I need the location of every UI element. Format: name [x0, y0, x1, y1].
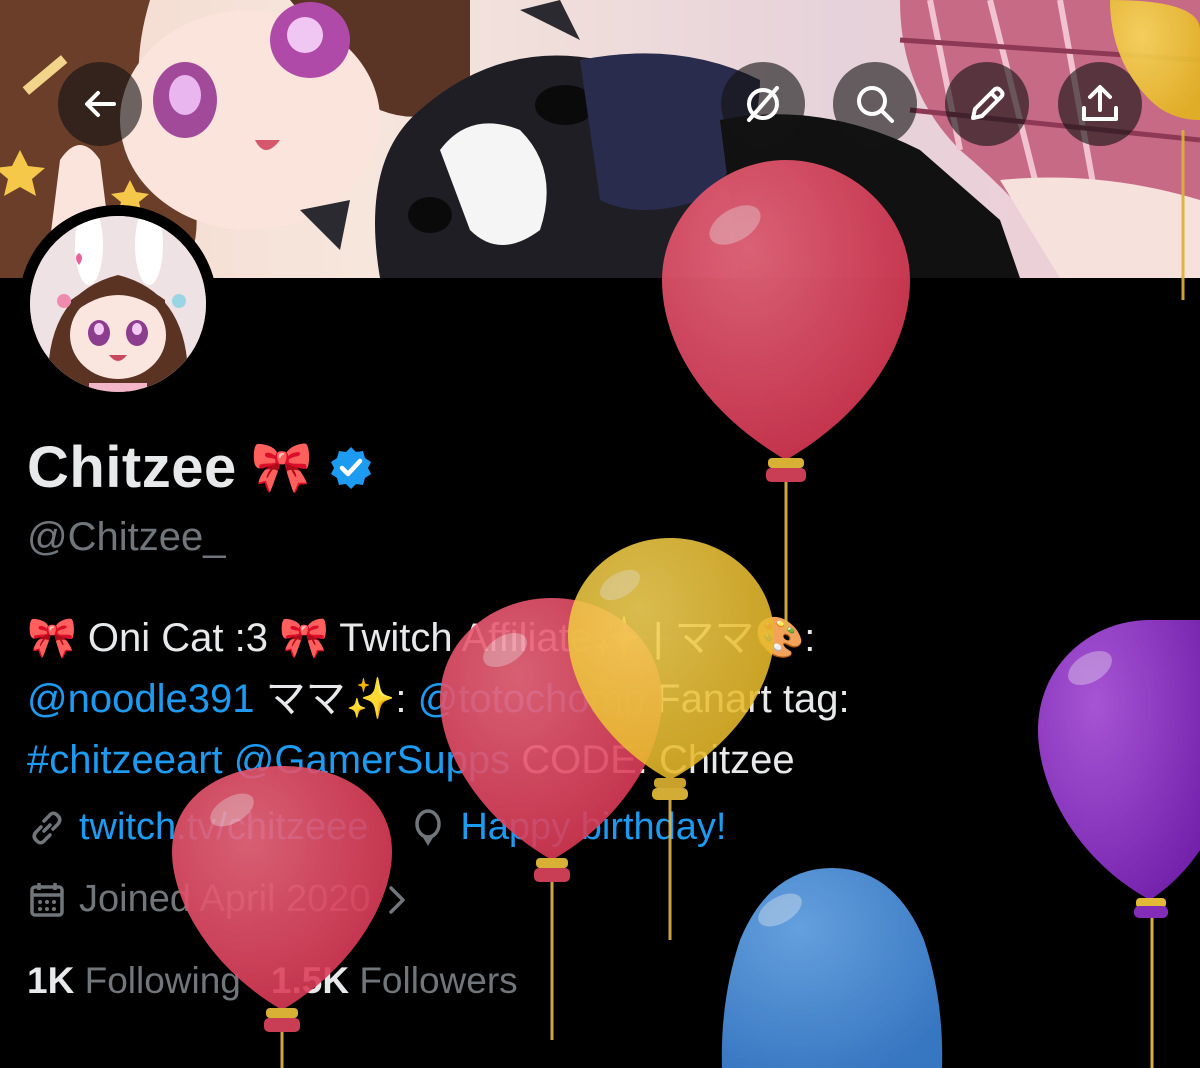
- search-icon: [857, 86, 894, 123]
- arrow-left-icon: [85, 91, 116, 117]
- bio-text: 🎀 Oni Cat :3 🎀 Twitch Affiliate✨ | ママ🎨:: [27, 616, 827, 660]
- profile-bio: 🎀 Oni Cat :3 🎀 Twitch Affiliate✨ | ママ🎨: …: [27, 608, 1027, 791]
- following-stat[interactable]: 1K Following: [27, 960, 241, 1002]
- ribbon-emoji: 🎀: [250, 439, 314, 495]
- followers-count: 1.5K: [270, 960, 350, 1001]
- profile-name: Chitzee: [27, 435, 237, 500]
- follow-stats: 1K Following 1.5K Followers: [27, 960, 518, 1002]
- following-count: 1K: [27, 960, 75, 1001]
- bio-text: Fanart tag:: [645, 677, 861, 721]
- joined-date: Joined April 2020: [79, 878, 371, 920]
- bio-text: [223, 738, 234, 782]
- chevron-right-icon: [388, 885, 405, 914]
- share-upload-icon: [1082, 85, 1118, 121]
- calendar-icon: [30, 882, 64, 917]
- bio-line-3: #chitzeeart @GamerSupps CODE: Chitzee: [27, 730, 1027, 791]
- link-icon: [32, 811, 62, 844]
- joined-row[interactable]: Joined April 2020: [27, 878, 451, 921]
- mention-link[interactable]: @GamerSupps: [234, 738, 510, 782]
- mention-link[interactable]: @totochomp: [418, 677, 645, 721]
- website-link[interactable]: twitch.tv/chitzeee: [79, 806, 368, 849]
- bio-line-2: @noodle391 ママ✨: @totochomp Fanart tag:: [27, 669, 1027, 730]
- verified-badge-icon[interactable]: [327, 444, 375, 492]
- profile-name-row: Chitzee 🎀: [27, 434, 375, 501]
- avatar-image: [19, 205, 217, 403]
- profile-handle: @Chitzee_: [27, 515, 226, 559]
- mention-link[interactable]: @noodle391: [27, 677, 254, 721]
- joined-item[interactable]: Joined April 2020: [27, 878, 411, 921]
- search-button[interactable]: [833, 62, 917, 146]
- website-item: twitch.tv/chitzeee: [27, 806, 368, 849]
- bio-text: ママ✨:: [254, 677, 418, 721]
- share-button[interactable]: [1058, 62, 1142, 146]
- following-label: Following: [84, 960, 241, 1001]
- bio-line-1: 🎀 Oni Cat :3 🎀 Twitch Affiliate✨ | ママ🎨:: [27, 608, 1027, 669]
- avatar[interactable]: [19, 205, 217, 403]
- slash-circle-icon: [747, 86, 779, 122]
- back-button[interactable]: [58, 62, 142, 146]
- profile-meta-links: twitch.tv/chitzeee Happy birthday!: [27, 806, 767, 849]
- balloon-icon: [415, 808, 442, 846]
- birthday-link[interactable]: Happy birthday!: [460, 806, 726, 849]
- edit-button[interactable]: [945, 62, 1029, 146]
- balloon-blue: [721, 868, 943, 1068]
- pencil-icon: [971, 86, 1005, 120]
- hashtag-link[interactable]: #chitzeeart: [27, 738, 223, 782]
- birthday-item: Happy birthday!: [408, 806, 727, 849]
- grok-button[interactable]: [721, 62, 805, 146]
- balloon-purple: [1038, 620, 1200, 1068]
- bio-text: CODE: Chitzee: [510, 738, 795, 782]
- followers-stat[interactable]: 1.5K Followers: [271, 960, 518, 1002]
- followers-label: Followers: [359, 960, 518, 1001]
